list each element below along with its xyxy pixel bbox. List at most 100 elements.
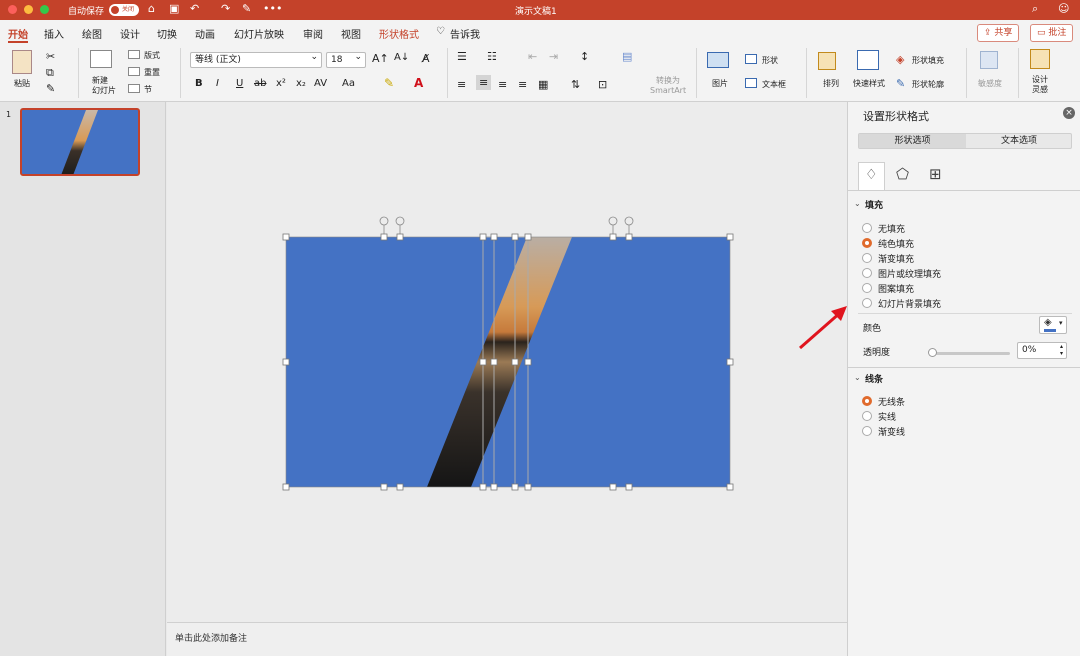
resize-handle[interactable] xyxy=(511,233,519,241)
undo-icon[interactable]: ↶ xyxy=(190,2,199,15)
resize-handle[interactable] xyxy=(524,358,532,366)
fill-option-label[interactable]: 图案填充 xyxy=(878,282,914,295)
resize-handle[interactable] xyxy=(726,233,734,241)
paste-label[interactable]: 粘贴 xyxy=(14,78,30,89)
character-spacing-button[interactable]: AV xyxy=(314,78,327,89)
tab-home[interactable]: 开始 xyxy=(8,26,28,43)
rotate-handle-icon[interactable] xyxy=(395,216,405,226)
fill-option-label[interactable]: 图片或纹理填充 xyxy=(878,267,941,280)
tab-text-options[interactable]: 文本选项 xyxy=(966,134,1072,148)
text-direction-icon[interactable]: ⇅ xyxy=(571,78,580,91)
picture-button[interactable]: 图片 xyxy=(712,78,728,89)
tab-transitions[interactable]: 切换 xyxy=(157,26,177,41)
copy-icon[interactable]: ⧉ xyxy=(46,66,54,80)
resize-handle[interactable] xyxy=(490,483,498,491)
section-button[interactable]: 节 xyxy=(144,84,152,95)
outline-pen-icon[interactable]: ✎ xyxy=(896,77,905,90)
format-painter-icon[interactable]: ✎ xyxy=(46,82,55,95)
tab-design[interactable]: 设计 xyxy=(120,26,140,41)
fill-radio-1[interactable] xyxy=(862,238,872,248)
fill-bucket-icon[interactable]: ◈ xyxy=(896,53,904,66)
fill-radio-4[interactable] xyxy=(862,283,872,293)
fill-option-label[interactable]: 纯色填充 xyxy=(878,237,914,250)
fill-radio-2[interactable] xyxy=(862,253,872,263)
strikethrough-button[interactable]: ab xyxy=(254,78,266,89)
tab-view[interactable]: 视图 xyxy=(341,26,361,41)
designer-icon[interactable] xyxy=(1030,49,1050,69)
fill-line-tab[interactable]: ♢ xyxy=(858,162,885,190)
resize-handle[interactable] xyxy=(524,233,532,241)
underline-button[interactable]: U xyxy=(236,78,243,89)
section-icon[interactable] xyxy=(128,84,140,93)
subscript-button[interactable]: x₂ xyxy=(296,78,306,89)
size-properties-icon[interactable]: ⊞ xyxy=(929,165,942,183)
tab-review[interactable]: 审阅 xyxy=(303,26,323,41)
transparency-slider[interactable] xyxy=(932,352,1010,355)
resize-handle[interactable] xyxy=(282,358,290,366)
save-icon[interactable]: ▣ xyxy=(169,2,179,15)
resize-handle[interactable] xyxy=(282,483,290,491)
tab-shape-format[interactable]: 形状格式 xyxy=(379,26,419,41)
transparency-slider-knob[interactable] xyxy=(928,348,937,357)
arrange-button[interactable]: 排列 xyxy=(823,78,839,89)
layout-button[interactable]: 版式 xyxy=(144,50,160,61)
minimize-window-button[interactable] xyxy=(24,5,33,14)
slide-thumbnail[interactable] xyxy=(20,108,140,176)
shape-fill-button[interactable]: 形状填充 xyxy=(912,55,944,66)
tab-slideshow[interactable]: 幻灯片放映 xyxy=(234,26,284,41)
sensitivity-button[interactable]: 敏感度 xyxy=(978,78,1002,89)
resize-handle[interactable] xyxy=(726,483,734,491)
justify-icon[interactable]: ≡ xyxy=(518,78,527,91)
line-radio-0[interactable] xyxy=(862,396,872,406)
rotate-handle-icon[interactable] xyxy=(379,216,389,226)
resize-handle[interactable] xyxy=(524,483,532,491)
line-option-label[interactable]: 渐变线 xyxy=(878,425,905,438)
resize-handle[interactable] xyxy=(479,483,487,491)
close-pane-icon[interactable]: × xyxy=(1063,107,1075,119)
redo-icon[interactable]: ↷ xyxy=(221,2,230,15)
align-left-icon[interactable]: ≡ xyxy=(457,78,466,91)
resize-handle[interactable] xyxy=(282,233,290,241)
shape-icon[interactable] xyxy=(745,54,757,64)
customize-icon[interactable]: ✎ xyxy=(242,2,251,15)
increase-font-icon[interactable]: A↑ xyxy=(372,52,389,65)
transparency-input[interactable]: 0% ▴ ▾ xyxy=(1017,342,1067,359)
share-button[interactable]: ⇪ 共享 xyxy=(977,24,1020,42)
decrease-indent-icon[interactable]: ⇤ xyxy=(528,50,537,63)
bold-button[interactable]: B xyxy=(195,78,203,89)
shape-button[interactable]: 形状 xyxy=(762,55,778,66)
font-name-select[interactable]: 等线 (正文) xyxy=(190,50,322,68)
quick-styles-icon[interactable] xyxy=(857,50,879,70)
pentagon-icon[interactable]: ⬠ xyxy=(896,165,909,183)
resize-handle[interactable] xyxy=(396,233,404,241)
sensitivity-icon[interactable] xyxy=(980,51,998,69)
resize-handle[interactable] xyxy=(609,483,617,491)
resize-handle[interactable] xyxy=(490,233,498,241)
resize-handle[interactable] xyxy=(380,233,388,241)
decrease-font-icon[interactable]: A↓ xyxy=(394,52,409,63)
resize-handle[interactable] xyxy=(490,358,498,366)
line-spacing-icon[interactable]: ↕ xyxy=(580,50,589,63)
line-radio-2[interactable] xyxy=(862,426,872,436)
resize-handle[interactable] xyxy=(380,483,388,491)
picture-icon[interactable] xyxy=(707,52,729,68)
convert-smartart-button[interactable]: 转换为 SmartArt xyxy=(650,76,686,96)
notes-placeholder[interactable]: 单击此处添加备注 xyxy=(175,631,247,644)
comments-button[interactable]: ▭ 批注 xyxy=(1030,24,1074,42)
columns-icon[interactable]: ▤ xyxy=(622,50,632,63)
resize-handle[interactable] xyxy=(726,358,734,366)
notes-pane[interactable]: 单击此处添加备注 xyxy=(167,622,847,656)
increase-indent-icon[interactable]: ⇥ xyxy=(549,50,558,63)
designer-button[interactable]: 设计 灵感 xyxy=(1032,75,1048,95)
textbox-button[interactable]: 文本框 xyxy=(762,79,786,90)
zoom-window-button[interactable] xyxy=(40,5,49,14)
line-option-label[interactable]: 无线条 xyxy=(878,395,905,408)
font-size-select[interactable]: 18 xyxy=(326,50,366,68)
more-icon[interactable]: ••• xyxy=(263,2,282,15)
numbering-icon[interactable]: ☷ xyxy=(487,50,497,63)
new-slide-icon[interactable] xyxy=(90,50,112,68)
fill-option-label[interactable]: 幻灯片背景填充 xyxy=(878,297,941,310)
resize-handle[interactable] xyxy=(479,233,487,241)
quick-styles-button[interactable]: 快速样式 xyxy=(853,78,885,89)
rotate-handle-icon[interactable] xyxy=(608,216,618,226)
